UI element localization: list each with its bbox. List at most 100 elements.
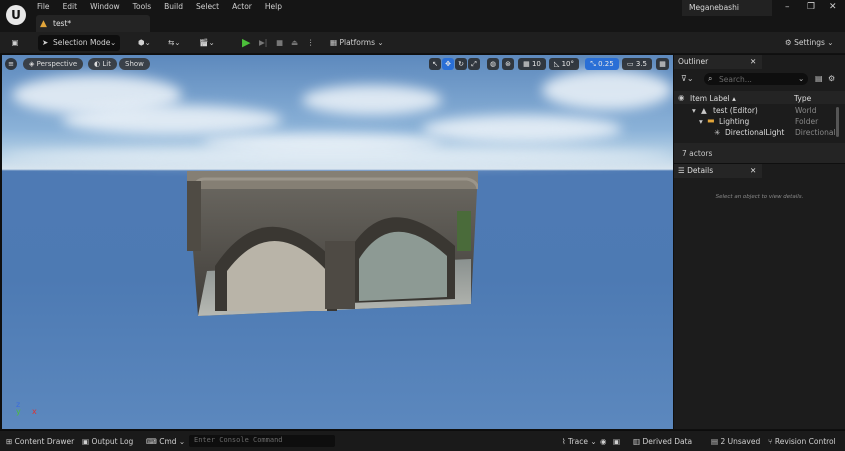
record-icon[interactable]: ◉: [600, 436, 607, 447]
menu-build[interactable]: Build: [164, 1, 183, 13]
cloud: [422, 115, 622, 143]
details-empty-message: Select an object to view details.: [715, 194, 804, 200]
screenshot-icon[interactable]: ▣: [613, 436, 620, 447]
expand-arrow-icon[interactable]: ▾: [699, 117, 703, 126]
selection-mode-dropdown[interactable]: ➤ Selection Mode ⌄: [38, 35, 120, 51]
scale-snap-toggle[interactable]: ⤡ 0.25: [585, 58, 619, 70]
console-placeholder: Enter Console Command: [194, 436, 283, 444]
close-icon[interactable]: ✕: [750, 55, 756, 69]
unreal-logo-icon[interactable]: U: [6, 5, 26, 25]
blueprint-icon[interactable]: ⇆⌄: [168, 35, 188, 51]
outliner-scrollbar[interactable]: [836, 107, 839, 137]
menu-actor[interactable]: Actor: [232, 1, 252, 13]
lit-button[interactable]: ◐ Lit: [88, 58, 117, 70]
play-options-icon[interactable]: ⋮: [307, 35, 315, 51]
table-row[interactable]: ▾ ▲ test (Editor) World: [674, 105, 845, 116]
menu-bar: File Edit Window Tools Build Select Acto…: [37, 1, 295, 13]
menu-window[interactable]: Window: [90, 1, 120, 13]
show-button[interactable]: Show: [119, 58, 150, 70]
world-icon: ▲: [701, 106, 707, 115]
cloud: [542, 70, 672, 110]
scale-icon[interactable]: ⤢: [468, 58, 480, 70]
trace-label: Trace: [568, 437, 588, 446]
add-actor-icon[interactable]: ⬢⌄: [138, 35, 158, 51]
visibility-icon[interactable]: ◉: [678, 93, 685, 102]
status-bar: ⊞ Content Drawer ▣ Output Log ⌨ Cmd ⌄ En…: [0, 430, 845, 451]
details-tab[interactable]: ☰ Details ✕: [674, 164, 762, 178]
details-title: Details: [687, 166, 714, 175]
menu-file[interactable]: File: [37, 1, 50, 13]
gear-icon[interactable]: ⚙: [828, 74, 835, 83]
step-icon[interactable]: ▶|: [259, 35, 269, 51]
menu-edit[interactable]: Edit: [63, 1, 78, 13]
derived-data-button[interactable]: ▥ Derived Data: [633, 436, 692, 447]
menu-tools[interactable]: Tools: [133, 1, 151, 13]
settings-dropdown[interactable]: ⚙ Settings ⌄: [785, 35, 841, 51]
perspective-label: Perspective: [36, 60, 78, 68]
platforms-dropdown[interactable]: ▦ Platforms ⌄: [330, 35, 390, 51]
outliner-header: ◉ Item Label ▴ Type: [674, 91, 845, 104]
menu-select[interactable]: Select: [196, 1, 219, 13]
filter-icon[interactable]: ⊽⌄: [681, 74, 694, 83]
outliner-search-input[interactable]: ⌕ Search... ⌄: [704, 73, 808, 85]
outliner-title: Outliner: [678, 57, 709, 66]
title-bar: U File Edit Window Tools Build Select Ac…: [0, 0, 845, 32]
viewport-menu-icon[interactable]: ≡: [5, 58, 17, 70]
column-type[interactable]: Type: [794, 94, 811, 103]
unsaved-button[interactable]: ▤ 2 Unsaved: [711, 436, 760, 447]
world-space-icon[interactable]: ◍: [487, 58, 499, 70]
outliner-tab[interactable]: Outliner ✕: [674, 55, 762, 69]
perspective-button[interactable]: ◈ Perspective: [23, 58, 84, 70]
gear-icon: ⚙: [785, 38, 795, 47]
details-icon: ☰: [678, 166, 688, 175]
save-icon[interactable]: ▣: [8, 35, 22, 51]
rotate-icon[interactable]: ↻: [455, 58, 467, 70]
cursor-icon: ➤: [42, 38, 49, 47]
cmd-dropdown[interactable]: ⌨ Cmd ⌄: [146, 436, 185, 447]
translate-icon[interactable]: ✥: [442, 58, 454, 70]
row-label: DirectionalLight: [725, 128, 785, 137]
table-row[interactable]: ✳ DirectionalLight Directional: [674, 127, 845, 138]
cinematics-icon[interactable]: 🎬︎⌄: [199, 35, 219, 51]
settings-label: Settings: [794, 38, 825, 47]
close-icon[interactable]: ✕: [750, 164, 756, 178]
camera-speed-button[interactable]: ▭ 3.5: [622, 58, 652, 70]
select-mode-icon[interactable]: ↖: [429, 58, 441, 70]
close-button[interactable]: ✕: [829, 2, 837, 12]
table-row[interactable]: ▾ ▬ Lighting Folder: [674, 116, 845, 127]
add-folder-icon[interactable]: ▤: [815, 74, 823, 83]
search-icon: ⌕: [708, 74, 713, 83]
row-label: test (Editor): [713, 106, 758, 115]
console-input[interactable]: Enter Console Command: [189, 435, 335, 447]
document-tab[interactable]: ▲ test*: [36, 15, 150, 32]
outliner-footer: 7 actors: [674, 143, 845, 163]
cloud: [62, 105, 282, 135]
eject-icon[interactable]: ⏏: [291, 35, 301, 51]
grid-snap-toggle[interactable]: ▦ 10: [518, 58, 546, 70]
output-log-button[interactable]: ▣ Output Log: [82, 436, 133, 447]
revision-control-button[interactable]: ⑂ Revision Control: [768, 436, 836, 447]
rotation-snap-toggle[interactable]: ◺ 10°: [549, 58, 579, 70]
menu-help[interactable]: Help: [265, 1, 282, 13]
lit-label: Lit: [102, 60, 111, 68]
maximize-button[interactable]: ❐: [807, 2, 815, 12]
show-label: Show: [125, 60, 144, 68]
folder-icon: ▬: [707, 116, 715, 125]
search-placeholder: Search...: [719, 75, 752, 84]
level-icon: ▲: [40, 19, 47, 29]
axis-x-icon: x: [32, 407, 37, 416]
bridge-photo-plane[interactable]: [187, 171, 478, 316]
content-drawer-button[interactable]: ⊞ Content Drawer: [6, 436, 74, 447]
unsaved-label: 2 Unsaved: [720, 437, 761, 446]
level-viewport[interactable]: ≡ ◈ Perspective ◐ Lit Show ↖ ✥ ↻ ⤢ ◍ ⊛ ▦…: [2, 55, 673, 429]
expand-arrow-icon[interactable]: ▾: [692, 106, 696, 115]
viewport-layout-icon[interactable]: ▦: [656, 58, 669, 70]
stop-icon[interactable]: ■: [276, 35, 286, 51]
trace-button[interactable]: ⌇ Trace ⌄: [562, 436, 597, 447]
content-drawer-label: Content Drawer: [14, 437, 75, 446]
play-icon[interactable]: ▶: [242, 35, 254, 51]
output-log-label: Output Log: [91, 437, 134, 446]
column-item-label[interactable]: Item Label ▴: [690, 94, 736, 103]
surface-snap-icon[interactable]: ⊛: [502, 58, 514, 70]
minimize-button[interactable]: –: [785, 2, 790, 12]
